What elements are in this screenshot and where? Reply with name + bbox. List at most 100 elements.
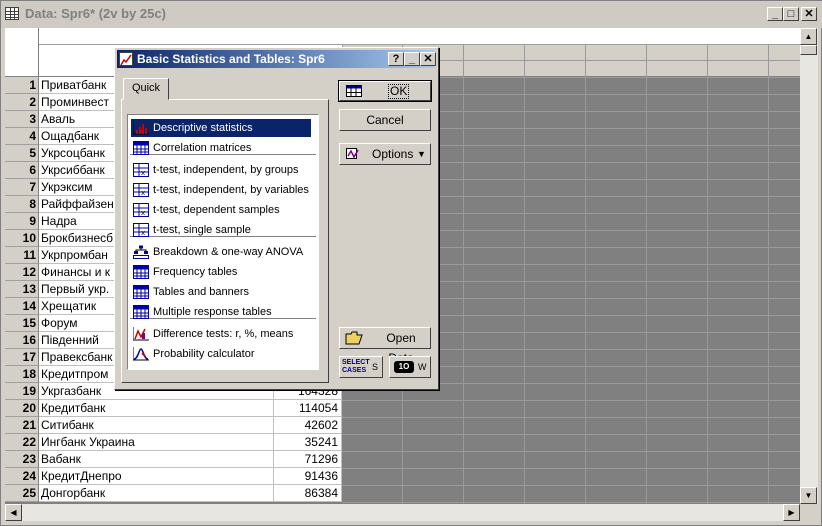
horizontal-scrollbar[interactable]: ◀ ▶ (5, 504, 800, 521)
bank-name-cell[interactable]: КредитДнепро (39, 468, 274, 485)
row-number[interactable]: 10 (5, 230, 39, 247)
dialog-close-button[interactable]: ✕ (420, 52, 436, 66)
list-item-label: Tables and banners (153, 286, 250, 298)
list-item[interactable]: Breakdown & one-way ANOVA (131, 243, 311, 261)
row-number[interactable]: 22 (5, 434, 39, 451)
list-item[interactable]: Probability calculator (131, 345, 311, 363)
list-item[interactable]: x t-test, dependent samples (131, 201, 311, 219)
list-item[interactable]: Frequency tables (131, 263, 311, 281)
scroll-down-button[interactable]: ▼ (800, 487, 817, 504)
dropdown-arrow-icon: ▼ (417, 149, 426, 159)
row-number[interactable]: 17 (5, 349, 39, 366)
dialog-minimize-button[interactable]: _ (404, 52, 420, 66)
tab-quick[interactable]: Quick (123, 78, 169, 100)
basic-statistics-dialog: Basic Statistics and Tables: Spr6 ? _ ✕ … (114, 47, 439, 390)
ok-label: OK (388, 84, 410, 99)
list-item-label: Frequency tables (153, 266, 238, 278)
options-button[interactable]: Options ▼ (339, 143, 431, 165)
row-number[interactable]: 3 (5, 111, 39, 128)
row-number[interactable]: 5 (5, 145, 39, 162)
row-number[interactable]: 9 (5, 213, 39, 230)
row-number[interactable]: 13 (5, 281, 39, 298)
row-number[interactable]: 4 (5, 128, 39, 145)
list-item-label: t-test, independent, by variables (153, 184, 309, 196)
breakdown-anova-icon (133, 245, 149, 259)
list-item[interactable]: Descriptive statistics (130, 118, 312, 138)
analysis-list[interactable]: Descriptive statistics Correlation matric… (127, 114, 319, 370)
row-number[interactable]: 12 (5, 264, 39, 281)
list-item[interactable]: Correlation matrices (131, 139, 311, 157)
options-icon (346, 148, 359, 159)
vertical-scroll-thumb[interactable] (800, 45, 817, 55)
value-cell[interactable]: 42602 (274, 417, 342, 434)
row-number[interactable]: 23 (5, 451, 39, 468)
bank-name-cell[interactable]: Донгорбанк (39, 485, 274, 502)
corner-cell[interactable] (5, 28, 39, 76)
select-cases-key: S (372, 362, 379, 372)
svg-text:x: x (141, 209, 145, 217)
list-item[interactable]: x t-test, independent, by groups (131, 161, 311, 179)
row-number[interactable]: 1 (5, 77, 39, 94)
list-item[interactable]: Tables and banners (131, 283, 311, 301)
open-data-button[interactable]: Open Data (339, 327, 431, 365)
select-cases-button[interactable]: SELECT CASES S (339, 356, 383, 378)
svg-text:x: x (141, 189, 145, 197)
scroll-up-button[interactable]: ▲ (800, 28, 817, 45)
value-cell[interactable]: 71296 (274, 451, 342, 468)
value-cell[interactable]: 114054 (274, 400, 342, 417)
list-item-label: t-test, dependent samples (153, 204, 280, 216)
row-number[interactable]: 6 (5, 162, 39, 179)
row-number[interactable]: 7 (5, 179, 39, 196)
help-button[interactable]: ? (388, 52, 404, 66)
close-button[interactable]: ✕ (801, 7, 817, 21)
list-item[interactable]: Difference tests: r, %, means (131, 325, 311, 343)
list-item-label: t-test, independent, by groups (153, 164, 299, 176)
bank-name-cell[interactable]: Кредитбанк (39, 400, 274, 417)
multiple-response-icon (133, 305, 149, 319)
ttest-variables-icon: x (133, 183, 149, 197)
scroll-left-button[interactable]: ◀ (5, 504, 22, 521)
row-number[interactable]: 15 (5, 315, 39, 332)
ok-button[interactable]: OK (338, 80, 432, 102)
list-item[interactable]: Multiple response tables (131, 303, 311, 321)
value-cell[interactable]: 86384 (274, 485, 342, 502)
row-number[interactable]: 18 (5, 366, 39, 383)
list-item-label: Breakdown & one-way ANOVA (153, 246, 304, 258)
row-number[interactable]: 11 (5, 247, 39, 264)
svg-text:x: x (141, 229, 145, 237)
row-number[interactable]: 19 (5, 383, 39, 400)
row-number[interactable]: 21 (5, 417, 39, 434)
bank-name-cell[interactable]: Вабанк (39, 451, 274, 468)
correlation-matrix-icon (133, 141, 149, 155)
value-cell[interactable]: 35241 (274, 434, 342, 451)
bank-name-cell[interactable]: Ингбанк Украина (39, 434, 274, 451)
value-cell[interactable]: 91436 (274, 468, 342, 485)
bank-name-cell[interactable]: Ситибанк (39, 417, 274, 434)
row-number[interactable]: 14 (5, 298, 39, 315)
ok-table-icon (346, 85, 362, 97)
table-row: 20 Кредитбанк 114054 (5, 400, 800, 417)
row-number[interactable]: 16 (5, 332, 39, 349)
row-number[interactable]: 8 (5, 196, 39, 213)
weight-button[interactable]: 1O W (389, 356, 431, 378)
ttest-groups-icon: x (133, 163, 149, 177)
list-item[interactable]: x t-test, independent, by variables (131, 181, 311, 199)
row-number[interactable]: 20 (5, 400, 39, 417)
dialog-title: Basic Statistics and Tables: Spr6 (137, 52, 325, 66)
minimize-button[interactable]: _ (767, 7, 783, 21)
difference-tests-icon (132, 327, 149, 341)
row-number[interactable]: 25 (5, 485, 39, 502)
row-number[interactable]: 2 (5, 94, 39, 111)
cell-editor-bar[interactable] (39, 28, 800, 45)
ttest-single-icon: x (133, 223, 149, 237)
cancel-button[interactable]: Cancel (339, 109, 431, 131)
row-number[interactable]: 24 (5, 468, 39, 485)
scroll-right-button[interactable]: ▶ (783, 504, 800, 521)
vertical-scrollbar[interactable]: ▲ ▼ (800, 28, 818, 504)
descriptive-stats-icon (132, 121, 149, 135)
window-titlebar[interactable]: Data: Spr6* (2v by 25c) _ □ ✕ (1, 1, 822, 28)
dialog-titlebar[interactable]: Basic Statistics and Tables: Spr6 ? _ ✕ (117, 50, 436, 68)
maximize-button[interactable]: □ (783, 7, 799, 21)
list-item[interactable]: x t-test, single sample (131, 221, 311, 239)
statistics-app-icon (119, 52, 133, 66)
